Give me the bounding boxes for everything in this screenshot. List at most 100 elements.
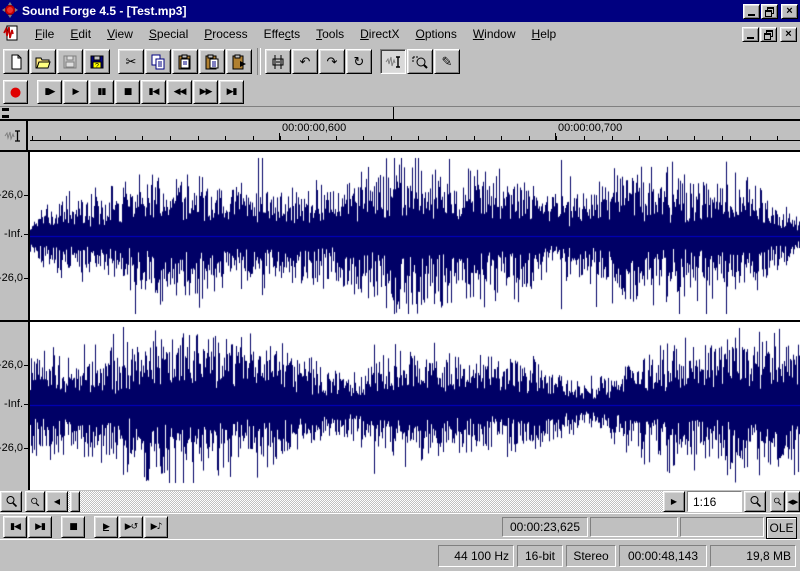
menu-help[interactable]: Help (524, 25, 565, 43)
app-icon[interactable] (2, 2, 18, 21)
zoom-selection-button[interactable] (770, 491, 785, 512)
magnifier-icon (5, 495, 18, 508)
menu-options[interactable]: Options (407, 25, 464, 43)
ruler-tick (722, 136, 723, 140)
zoom-out-time-button[interactable] (25, 491, 45, 512)
time-ruler[interactable]: 00:00:00,60000:00:00,700 (30, 121, 800, 141)
menu-window[interactable]: Window (465, 25, 524, 43)
restore-button[interactable] (761, 4, 778, 19)
redo-button[interactable]: ↷ (319, 49, 345, 74)
play-button[interactable]: ▶ (63, 80, 88, 104)
go-to-start-button[interactable]: ▮◀ (141, 80, 166, 104)
edit-tool-button[interactable] (380, 49, 406, 74)
soundforge-logo-icon (2, 2, 18, 18)
open-folder-icon (35, 54, 51, 70)
magnify-tool-button[interactable] (407, 49, 433, 74)
copy-button[interactable] (145, 49, 171, 74)
menu-special[interactable]: Special (141, 25, 196, 43)
trim-crop-button[interactable] (265, 49, 291, 74)
channel-separator[interactable] (0, 320, 800, 322)
window-controls: × (743, 4, 798, 19)
channels-display: Stereo (566, 545, 616, 567)
record-icon: ● (10, 86, 21, 99)
ruler-time-label: 00:00:00,700 (558, 122, 622, 134)
ruler-tick (446, 136, 447, 140)
menu-view[interactable]: View (99, 25, 141, 43)
minimize-button[interactable] (743, 4, 760, 19)
pencil-tool-button[interactable]: ✎ (434, 49, 460, 74)
view-region-marker[interactable] (2, 108, 9, 111)
svg-text:?: ? (95, 63, 99, 70)
save-as-button[interactable]: ? (84, 49, 110, 74)
play-normal-button[interactable]: ▶ (94, 516, 118, 538)
restore-icon (764, 30, 773, 39)
new-button[interactable] (3, 49, 29, 74)
ruler-tick (612, 136, 613, 140)
ruler-tick (198, 136, 199, 140)
overview-bar[interactable] (0, 106, 800, 121)
repeat-button[interactable]: ↻ (346, 49, 372, 74)
stop-icon: ■ (69, 523, 77, 532)
stop-button[interactable]: ■ (61, 516, 85, 538)
open-button[interactable] (30, 49, 56, 74)
stop-button[interactable]: ■ (115, 80, 140, 104)
window-title: Sound Forge 4.5 - [Test.mp3] (22, 4, 186, 18)
overview-cursor[interactable] (393, 107, 394, 119)
paste-to-new-button[interactable] (226, 49, 252, 74)
rewind-button[interactable]: ◀◀ (167, 80, 192, 104)
copy-icon (150, 54, 166, 70)
selection-start-display (590, 517, 678, 537)
view-region-marker[interactable] (2, 115, 9, 118)
undo-button[interactable]: ↶ (292, 49, 318, 74)
scroll-right-button[interactable]: ▶ (663, 491, 685, 512)
cut-button[interactable]: ✂ (118, 49, 144, 74)
ruler-tick (584, 136, 585, 140)
main-toolbar: ? ✂ ↶ ↷ ↻ ✎ (0, 46, 800, 78)
magnify-icon (412, 54, 428, 70)
play-device-button[interactable]: ▶♪ (144, 516, 168, 538)
ruler-major-tick (555, 133, 556, 140)
mdi-restore-button[interactable] (760, 27, 777, 42)
menu-tools[interactable]: Tools (308, 25, 352, 43)
play-looped-button[interactable]: ▶↺ (119, 516, 143, 538)
menu-file[interactable]: File (27, 25, 62, 43)
undo-icon: ↶ (300, 54, 311, 70)
menu-process[interactable]: Process (196, 25, 255, 43)
go-to-end-button[interactable]: ▶▮ (219, 80, 244, 104)
magnifier-icon (749, 495, 762, 508)
go-to-start-icon: ▮◀ (10, 523, 20, 532)
save-button[interactable] (57, 49, 83, 74)
scrollbar-thumb[interactable] (70, 491, 80, 512)
mix-button[interactable] (199, 49, 225, 74)
paste-button[interactable] (172, 49, 198, 74)
menu-effects[interactable]: Effects (256, 25, 308, 43)
menu-directx[interactable]: DirectX (352, 25, 407, 43)
bit-depth-display: 16-bit (517, 545, 563, 567)
edit-tool-icon (385, 54, 401, 70)
pause-button[interactable]: ▮▮ (89, 80, 114, 104)
zoom-normal-button[interactable] (0, 491, 22, 512)
scrollbar-track[interactable] (68, 491, 663, 512)
play-all-button[interactable]: ▮▶ (37, 80, 62, 104)
zoom-in-time-button[interactable] (744, 491, 766, 512)
current-tool-indicator (0, 121, 28, 150)
transport-buttons: ● ▮▶▶ ▮▮ ■▮◀◀◀▶▶▶▮ (3, 80, 245, 104)
ruler-tick (501, 136, 502, 140)
mdi-close-button[interactable]: × (780, 27, 797, 42)
scroll-left-button[interactable]: ◀ (46, 491, 68, 512)
menu-edit[interactable]: Edit (62, 25, 99, 43)
mdi-minimize-button[interactable] (742, 27, 759, 42)
cursor-position-display: 00:00:23,625 (502, 517, 588, 537)
pause-icon: ▮▮ (98, 88, 106, 97)
forward-button[interactable]: ▶▶ (193, 80, 218, 104)
level-label: -Inf. (4, 398, 23, 410)
go-to-start-button[interactable]: ▮◀ (3, 516, 27, 538)
menu-bar: FileEditViewSpecialProcessEffectsToolsDi… (0, 22, 800, 46)
ruler-tick (694, 136, 695, 140)
close-button[interactable]: × (781, 4, 798, 19)
record-button[interactable]: ● (3, 80, 28, 104)
horizontal-expand-button[interactable]: ◀▶ (786, 491, 800, 512)
go-to-end-button[interactable]: ▶▮ (28, 516, 52, 538)
document-icon[interactable] (3, 25, 21, 43)
level-label: -26,0 (0, 272, 23, 284)
